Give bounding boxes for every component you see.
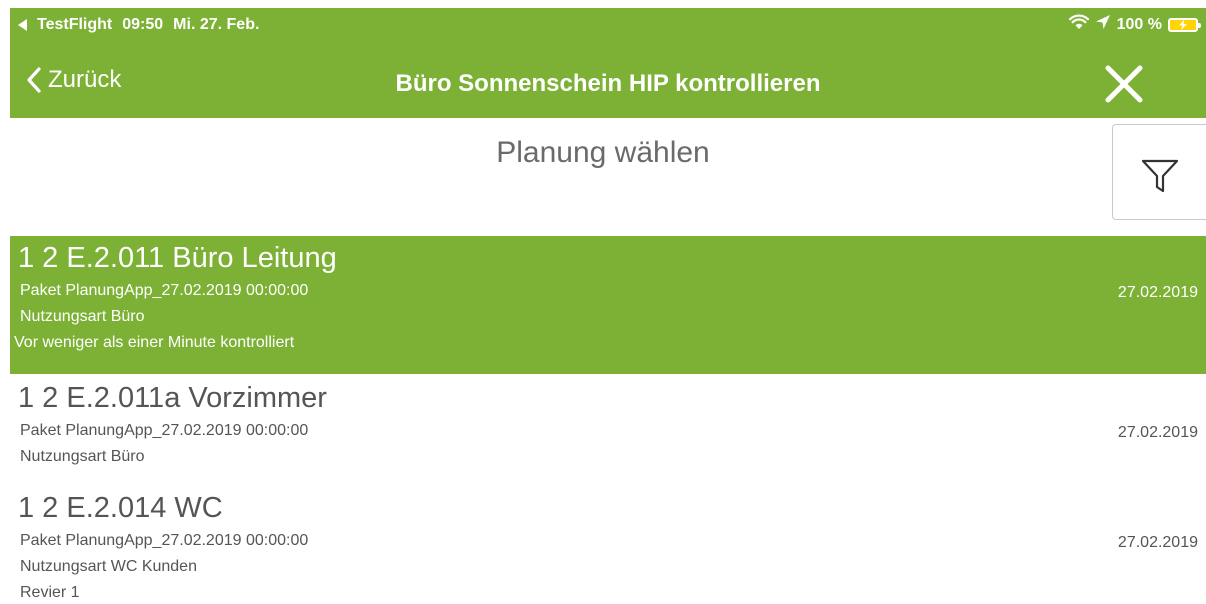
room-package: Paket PlanungApp_27.02.2019 00:00:00 bbox=[20, 422, 309, 439]
room-title: 1 2 E.2.011 Büro Leitung bbox=[18, 242, 337, 274]
page-title: Planung wählen bbox=[496, 136, 710, 169]
room-title: 1 2 E.2.011a Vorzimmer bbox=[18, 382, 327, 414]
room-package: Paket PlanungApp_27.02.2019 00:00:00 bbox=[20, 532, 309, 549]
room-list: 1 2 E.2.011 Büro Leitung Paket PlanungAp… bbox=[10, 236, 1206, 604]
battery-percent: 100 % bbox=[1116, 15, 1162, 33]
status-time: 09:50 bbox=[122, 16, 164, 33]
room-usage: Nutzungsart WC Kunden bbox=[20, 558, 197, 575]
room-package: Paket PlanungApp_27.02.2019 00:00:00 bbox=[20, 282, 309, 299]
status-date: Mi. 27. Feb. bbox=[173, 16, 260, 33]
wifi-icon bbox=[1068, 14, 1089, 35]
back-to-app-icon[interactable] bbox=[18, 19, 27, 31]
room-usage: Nutzungsart Büro bbox=[20, 448, 145, 465]
battery-charging-icon bbox=[1168, 17, 1201, 32]
room-status: Vor weniger als einer Minute kontrollier… bbox=[14, 334, 295, 351]
room-date: 27.02.2019 bbox=[1117, 284, 1198, 301]
room-usage: Nutzungsart Büro bbox=[20, 308, 145, 325]
list-item[interactable]: 1 2 E.2.011 Büro Leitung Paket PlanungAp… bbox=[10, 236, 1206, 374]
screen: TestFlight 09:50 Mi. 27. Feb. 100 % Zurü… bbox=[0, 0, 1206, 604]
filter-button[interactable] bbox=[1112, 124, 1206, 220]
close-button[interactable] bbox=[1102, 62, 1146, 106]
status-right: 100 % bbox=[1068, 14, 1201, 35]
list-item[interactable]: 1 2 E.2.014 WC Paket PlanungApp_27.02.20… bbox=[10, 482, 1206, 604]
back-app-label[interactable]: TestFlight bbox=[37, 16, 112, 34]
location-arrow-icon bbox=[1095, 14, 1111, 35]
status-left: TestFlight 09:50 Mi. 27. Feb. bbox=[18, 16, 259, 34]
room-title: 1 2 E.2.014 WC bbox=[18, 492, 223, 524]
room-district: Revier 1 bbox=[20, 584, 80, 601]
list-item[interactable]: 1 2 E.2.011a Vorzimmer Paket PlanungApp_… bbox=[10, 374, 1206, 482]
app-header: TestFlight 09:50 Mi. 27. Feb. 100 % Zurü… bbox=[10, 8, 1206, 118]
filter-icon bbox=[1141, 159, 1179, 193]
close-icon bbox=[1105, 65, 1143, 103]
room-date: 27.02.2019 bbox=[1117, 534, 1198, 551]
room-date: 27.02.2019 bbox=[1117, 424, 1198, 441]
nav-title: Büro Sonnenschein HIP kontrollieren bbox=[395, 70, 821, 97]
navigation-bar: Zurück Büro Sonnenschein HIP kontrollier… bbox=[10, 48, 1206, 118]
status-bar: TestFlight 09:50 Mi. 27. Feb. 100 % bbox=[10, 8, 1206, 42]
